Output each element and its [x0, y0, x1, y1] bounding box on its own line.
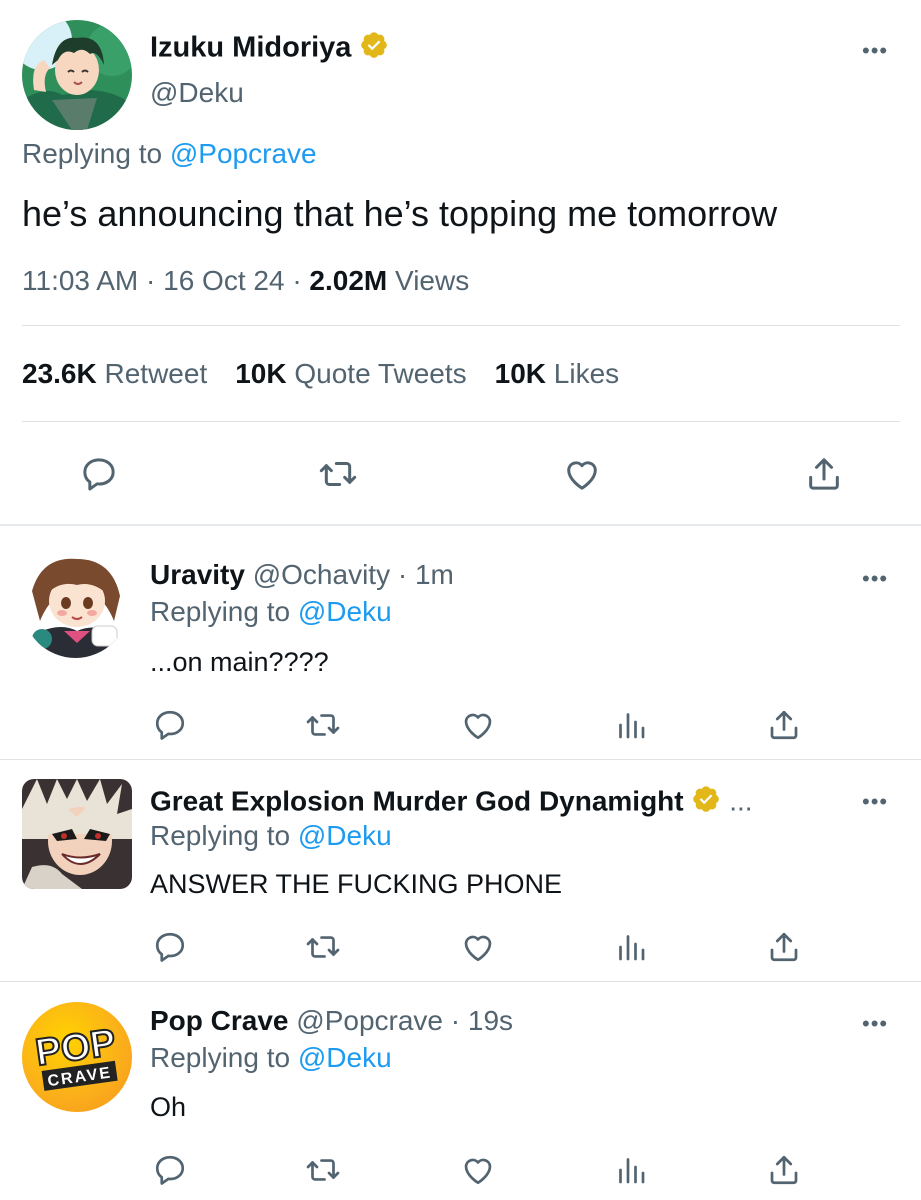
avatar-uravity[interactable]	[22, 551, 129, 658]
avatar-popcrave[interactable]: POP CRAVE	[22, 1002, 132, 1112]
reply-text: ...on main????	[150, 647, 329, 677]
meta-sep: ·	[146, 265, 156, 296]
meta-sep: ·	[292, 265, 302, 296]
avatar-deku-image	[22, 20, 132, 130]
author-handle[interactable]: @Popcrave	[296, 1005, 443, 1036]
name-overflow: ...	[729, 785, 753, 817]
heart-icon[interactable]	[458, 1150, 498, 1190]
retweet-icon[interactable]	[316, 452, 360, 496]
author-name[interactable]: Izuku Midoriya	[150, 32, 351, 64]
replying-to-link[interactable]: @Deku	[298, 596, 392, 627]
analytics-bars-icon[interactable]	[611, 705, 651, 745]
avatar-deku[interactable]	[22, 20, 132, 130]
tweet-stats: 23.6K Retweet 10K Quote Tweets 10K Likes	[22, 357, 619, 391]
reply-bubble-icon[interactable]	[150, 1150, 190, 1190]
heart-icon[interactable]	[560, 452, 604, 496]
retweets-stat[interactable]: 23.6K Retweet	[22, 358, 207, 389]
likes-label: Likes	[553, 358, 620, 389]
views-count: 2.02M	[309, 265, 388, 296]
replying-to-link[interactable]: @Deku	[298, 1042, 392, 1073]
retweets-count: 23.6K	[22, 358, 97, 389]
divider	[0, 759, 921, 760]
replying-label: Replying to	[22, 138, 163, 169]
author-name[interactable]: Great Explosion Murder God Dynamight	[150, 785, 684, 816]
more-dots-icon[interactable]: •••	[862, 40, 888, 62]
analytics-bars-icon[interactable]	[611, 1150, 651, 1190]
avatar-dynamight[interactable]	[22, 779, 132, 889]
more-dots-icon[interactable]: •••	[862, 791, 888, 813]
tweet-text: he’s announcing that he’s topping me tom…	[22, 193, 778, 234]
share-icon[interactable]	[764, 927, 804, 967]
replying-to-link[interactable]: @Popcrave	[170, 138, 317, 169]
likes-count: 10K	[494, 358, 547, 389]
share-icon[interactable]	[764, 705, 804, 745]
analytics-bars-icon[interactable]	[611, 927, 651, 967]
verified-badge-icon	[691, 784, 721, 822]
author-handle[interactable]: @Deku	[150, 77, 244, 109]
author-handle[interactable]: @Ochavity	[253, 559, 390, 590]
quotes-stat[interactable]: 10K Quote Tweets	[235, 358, 466, 389]
tweet-time: 11:03 AM	[22, 265, 139, 296]
retweet-icon[interactable]	[303, 927, 343, 967]
retweets-label: Retweet	[104, 358, 208, 389]
reply-bubble-icon[interactable]	[77, 452, 121, 496]
replying-label: Replying to	[150, 1042, 291, 1073]
reply-text: ANSWER THE FUCKING PHONE	[150, 869, 563, 899]
heart-icon[interactable]	[458, 705, 498, 745]
section-divider	[0, 524, 921, 526]
retweet-icon[interactable]	[303, 1150, 343, 1190]
share-icon[interactable]	[764, 1150, 804, 1190]
reply-bubble-icon[interactable]	[150, 927, 190, 967]
divider	[22, 421, 900, 422]
avatar-dynamight-image	[22, 779, 132, 889]
reply-text: Oh	[150, 1092, 187, 1122]
popcrave-logo: POP CRAVE	[32, 1021, 119, 1091]
more-dots-icon[interactable]: •••	[862, 1013, 888, 1035]
share-icon[interactable]	[802, 452, 846, 496]
replying-to-link[interactable]: @Deku	[298, 820, 392, 851]
tweet-date: 16 Oct 24	[163, 265, 285, 296]
divider	[0, 981, 921, 982]
reply-time: · 1m	[397, 559, 454, 590]
replying-label: Replying to	[150, 820, 291, 851]
quotes-count: 10K	[235, 358, 287, 389]
retweet-icon[interactable]	[303, 705, 343, 745]
divider	[22, 325, 900, 326]
quotes-label: Quote Tweets	[294, 358, 467, 389]
heart-icon[interactable]	[458, 927, 498, 967]
reply-time: · 19s	[450, 1005, 514, 1036]
reply-bubble-icon[interactable]	[150, 705, 190, 745]
author-name[interactable]: Pop Crave	[150, 1005, 289, 1036]
likes-stat[interactable]: 10K Likes	[495, 358, 620, 389]
verified-badge-icon	[359, 30, 389, 68]
more-dots-icon[interactable]: •••	[862, 568, 888, 590]
avatar-uravity-image	[22, 551, 129, 658]
views-label: Views	[395, 265, 470, 296]
author-name[interactable]: Uravity	[150, 559, 245, 590]
replying-label: Replying to	[150, 596, 291, 627]
